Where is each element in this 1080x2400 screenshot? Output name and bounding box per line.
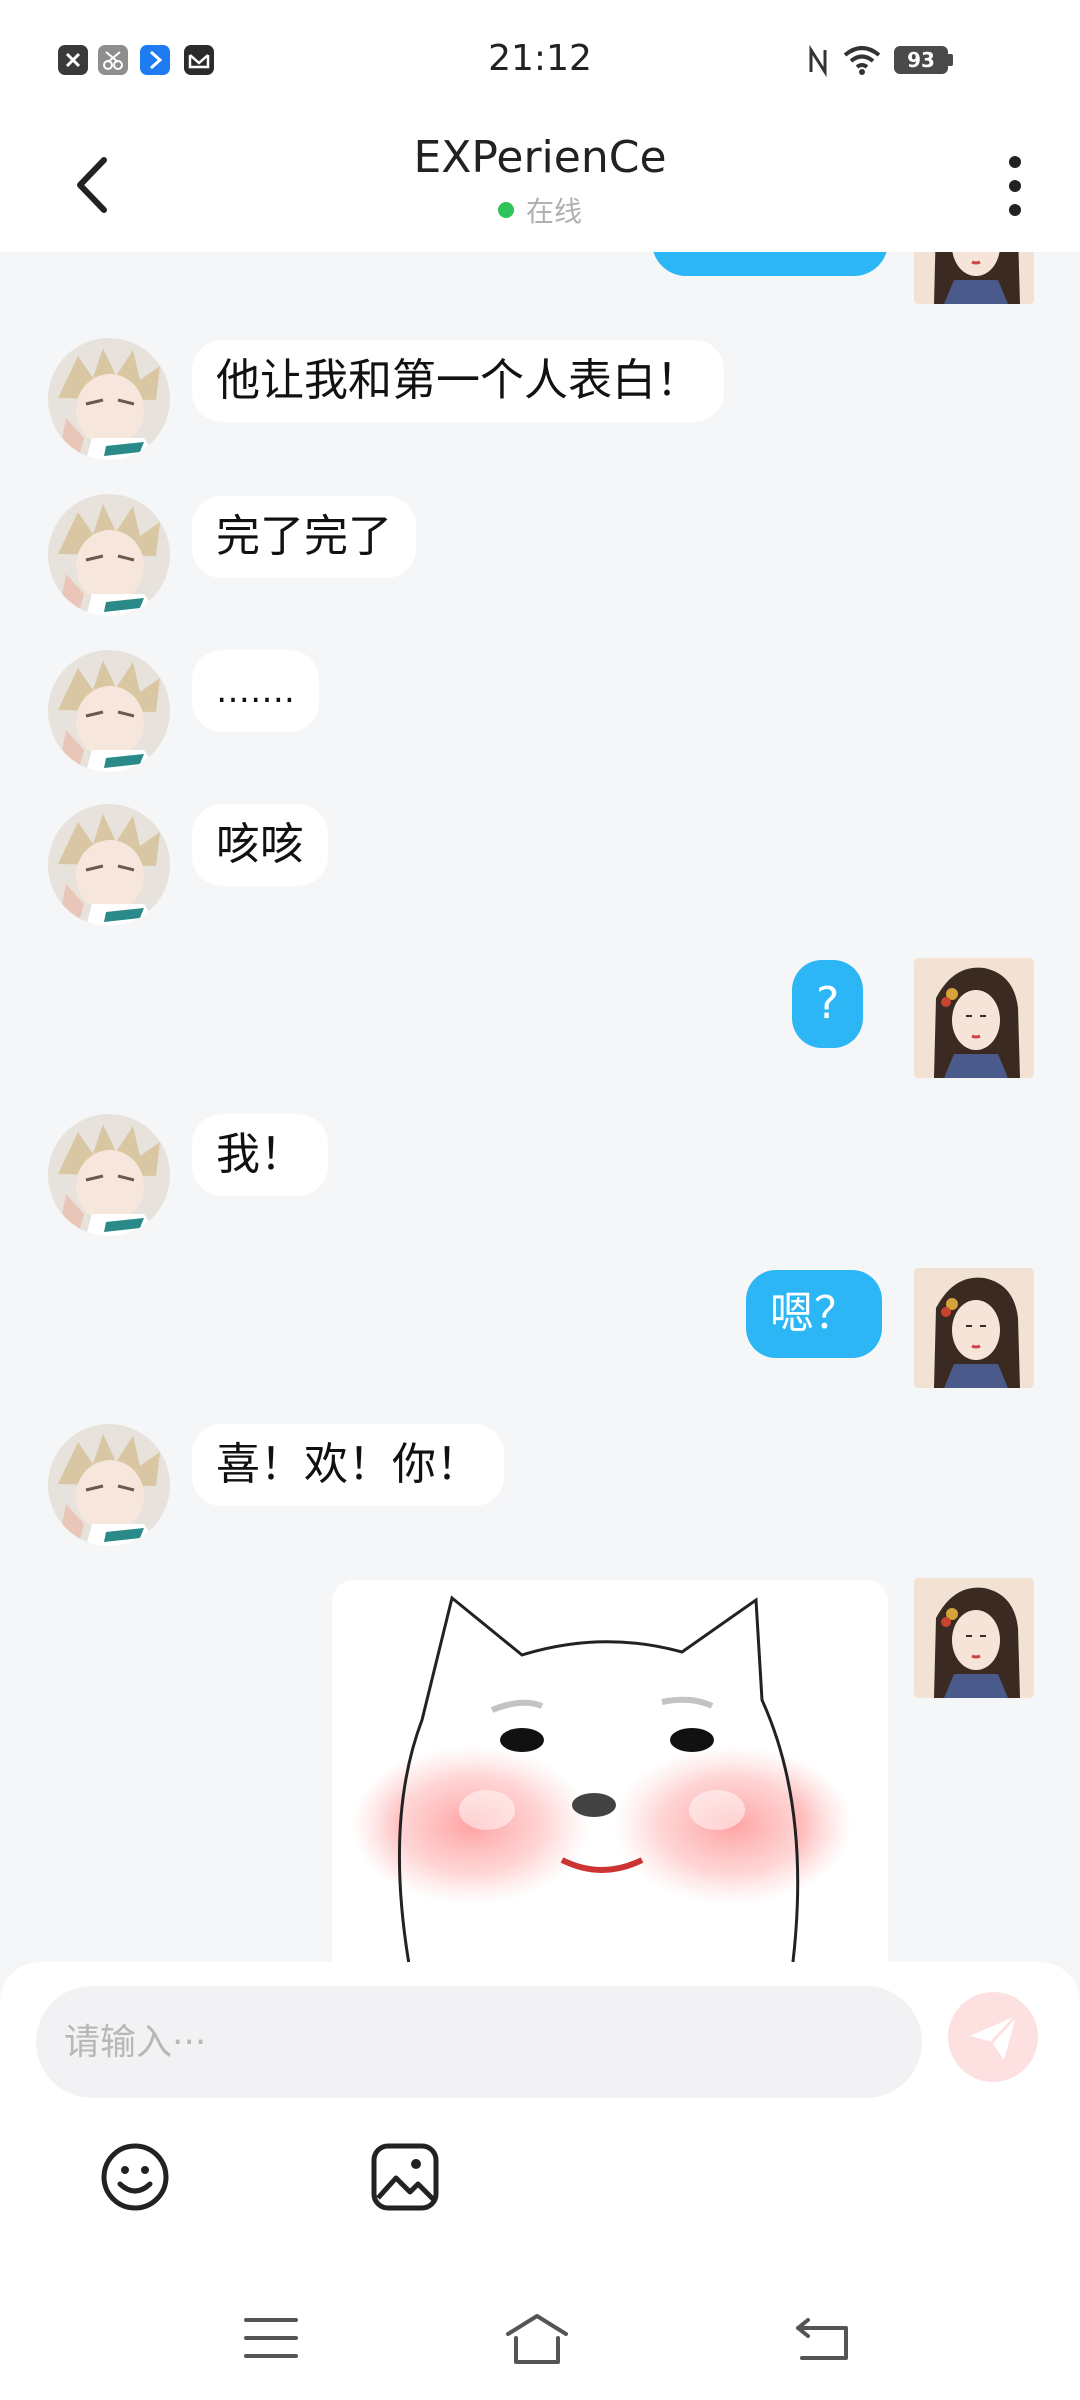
blushing-cat-sticker <box>352 1595 852 1962</box>
nav-menu-button[interactable] <box>236 2310 306 2366</box>
message-bubble-out[interactable]: ? <box>792 960 864 1048</box>
send-plane-icon <box>970 2014 1018 2060</box>
my-avatar[interactable] <box>914 1578 1034 1698</box>
message-bubble-in[interactable]: 咳咳 <box>192 804 328 886</box>
online-dot <box>497 202 514 218</box>
wifi-icon <box>842 44 882 76</box>
home-icon <box>506 2314 568 2364</box>
menu-icon <box>244 2318 298 2358</box>
message-list[interactable]: 他让我和第一个人表白！ 完了完了 ……. 咳咳 ? 我！ 嗯？ 喜！欢！你！ <box>0 252 1080 1962</box>
online-status-text: 在线 <box>525 195 582 228</box>
more-vertical-icon <box>1009 156 1021 216</box>
image-button[interactable] <box>368 2140 442 2214</box>
back-icon <box>796 2318 848 2360</box>
message-bubble-out[interactable] <box>652 252 888 276</box>
send-button[interactable] <box>948 1992 1038 2082</box>
message-bubble-in[interactable]: 他让我和第一个人表白！ <box>192 340 724 422</box>
my-avatar[interactable] <box>914 958 1034 1078</box>
message-input[interactable] <box>36 1986 922 2098</box>
my-avatar[interactable] <box>914 1268 1034 1388</box>
chat-screen: 21:12 93 EXPerienCe 在线 他让我和第一个人表白！ 完了完了 … <box>0 0 1080 2400</box>
chat-header: EXPerienCe 在线 <box>0 122 1080 252</box>
contact-avatar[interactable] <box>48 1114 170 1236</box>
online-status: 在线 <box>0 190 1080 230</box>
contact-avatar[interactable] <box>48 650 170 772</box>
message-bubble-out[interactable]: 嗯？ <box>746 1270 882 1358</box>
contact-avatar[interactable] <box>48 338 170 460</box>
message-bubble-in[interactable]: ……. <box>192 650 319 732</box>
contact-avatar[interactable] <box>48 494 170 616</box>
emoji-icon <box>101 2143 169 2211</box>
message-bubble-in[interactable]: 完了完了 <box>192 496 416 578</box>
contact-name: EXPerienCe <box>413 132 667 183</box>
status-bar: 21:12 93 <box>0 0 1080 122</box>
contact-avatar[interactable] <box>48 1424 170 1546</box>
message-bubble-in[interactable]: 我！ <box>192 1114 328 1196</box>
battery-tip <box>948 54 953 66</box>
nav-back-button[interactable] <box>788 2310 858 2366</box>
nfc-icon <box>806 44 830 78</box>
contact-avatar[interactable] <box>48 804 170 926</box>
message-bubble-in[interactable]: 喜！欢！你！ <box>192 1424 504 1506</box>
my-avatar[interactable] <box>914 252 1034 304</box>
nav-home-button[interactable] <box>502 2310 572 2366</box>
more-options-button[interactable] <box>990 148 1040 224</box>
image-icon <box>371 2143 439 2211</box>
sticker-message[interactable] <box>332 1580 888 1962</box>
battery-icon: 93 <box>894 46 948 74</box>
emoji-button[interactable] <box>98 2140 172 2214</box>
